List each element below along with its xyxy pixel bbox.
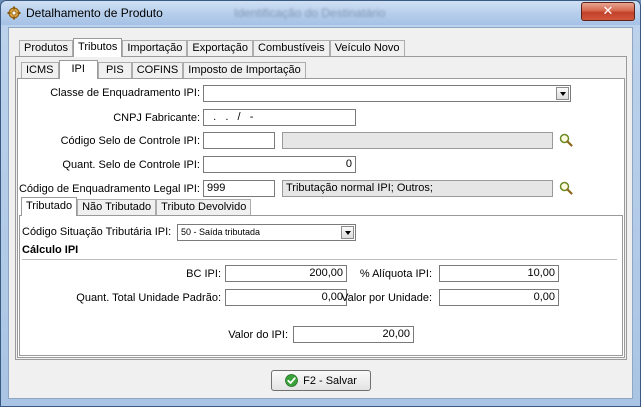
cst-ipi-select[interactable]: 50 - Saída tributada [177, 224, 356, 241]
chevron-down-icon[interactable] [556, 87, 569, 100]
save-button[interactable]: F2 - Salvar [271, 370, 371, 391]
close-button[interactable]: ✕ [581, 2, 635, 21]
classe-enquadramento-select[interactable] [203, 85, 571, 102]
selo-controle-label: Código Selo de Controle IPI: [60, 135, 200, 147]
enquadramento-legal-description: Tributação normal IPI; Outros; [282, 180, 553, 197]
tab-label: Tributado [26, 200, 73, 212]
cnpj-fabricante-input[interactable]: . . / - [203, 109, 356, 126]
main-tab-strip: Produtos Tributos Importação Exportação … [19, 38, 405, 57]
tab-label: Importação [127, 42, 183, 54]
cst-ipi-label: Código Situação Tributária IPI: [22, 226, 172, 238]
tab-label: ICMS [26, 64, 54, 76]
check-circle-icon [285, 374, 298, 387]
bc-ipi-label: BC IPI: [186, 268, 221, 280]
tab-imposto-importacao[interactable]: Imposto de Importação [183, 62, 306, 79]
quant-selo-input[interactable]: 0 [203, 156, 356, 173]
tab-label: IPI [71, 63, 85, 75]
valor-unidade-input[interactable]: 0,00 [439, 289, 559, 306]
aliquota-ipi-label: % Alíquota IPI: [359, 268, 432, 280]
tab-label: PIS [105, 64, 124, 76]
quant-total-input[interactable]: 0,00 [225, 289, 347, 306]
enquadramento-legal-code-input[interactable]: 999 [203, 180, 275, 197]
cnpj-fabricante-label: CNPJ Fabricante: [113, 112, 200, 124]
enquadramento-legal-label: Código de Enquadramento Legal IPI: [18, 183, 200, 195]
tax-tab-strip: ICMS IPI PIS COFINS Imposto de Importaçã… [21, 60, 306, 79]
valor-ipi-input[interactable]: 20,00 [293, 326, 414, 343]
tab-icms[interactable]: ICMS [21, 62, 59, 79]
tab-pis[interactable]: PIS [97, 62, 132, 79]
tab-label: Produtos [24, 42, 69, 54]
quant-selo-label: Quant. Selo de Controle IPI: [62, 159, 200, 171]
app-gear-icon [7, 6, 21, 20]
tab-label: Imposto de Importação [188, 64, 301, 76]
tab-veiculo-novo[interactable]: Veículo Novo [329, 40, 405, 57]
tab-cofins[interactable]: COFINS [131, 62, 184, 79]
search-icon[interactable] [559, 181, 573, 195]
tab-tributado[interactable]: Tributado [21, 197, 78, 216]
selo-controle-description [282, 132, 553, 149]
ipi-subtab-strip: Tributado Não Tributado Tributo Devolvid… [21, 197, 252, 216]
search-icon[interactable] [559, 133, 573, 147]
quant-total-label: Quant. Total Unidade Padrão: [76, 292, 221, 304]
tab-exportacao[interactable]: Exportação [187, 40, 254, 57]
tab-produtos[interactable]: Produtos [19, 40, 74, 57]
tab-label: Combustíveis [258, 42, 325, 54]
tab-label: Exportação [192, 42, 249, 54]
tab-label: Tributo Devolvido [161, 201, 247, 213]
bc-ipi-input[interactable]: 200,00 [225, 265, 347, 282]
tab-label: COFINS [136, 64, 179, 76]
window-title: Detalhamento de Produto [26, 6, 163, 20]
tab-tributos[interactable]: Tributos [73, 38, 123, 57]
section-divider [22, 259, 617, 260]
tab-label: Não Tributado [82, 201, 152, 213]
calculo-ipi-title: Cálculo IPI [22, 244, 79, 256]
title-bar[interactable]: Detalhamento de Produto Identificação do… [1, 1, 640, 25]
tab-ipi[interactable]: IPI [58, 60, 98, 79]
client-area: Produtos Tributos Importação Exportação … [8, 27, 633, 399]
cst-ipi-value: 50 - Saída tributada [181, 227, 261, 237]
background-window-title: Identificação do Destinatário [234, 6, 386, 20]
product-detail-window: Detalhamento de Produto Identificação do… [0, 0, 641, 407]
aliquota-ipi-input[interactable]: 10,00 [439, 265, 559, 282]
tab-importacao[interactable]: Importação [122, 40, 188, 57]
chevron-down-icon[interactable] [341, 226, 354, 239]
tab-combustiveis[interactable]: Combustíveis [253, 40, 330, 57]
save-button-label: F2 - Salvar [303, 374, 357, 387]
valor-ipi-label: Valor do IPI: [228, 329, 288, 341]
classe-enquadramento-label: Classe de Enquadramento IPI: [50, 87, 200, 99]
tab-nao-tributado[interactable]: Não Tributado [77, 199, 157, 216]
tab-label: Tributos [78, 41, 118, 53]
tab-label: Veículo Novo [334, 42, 400, 54]
tab-tributo-devolvido[interactable]: Tributo Devolvido [156, 199, 252, 216]
selo-controle-code-input[interactable] [203, 132, 275, 149]
valor-unidade-label: Valor por Unidade: [341, 292, 432, 304]
